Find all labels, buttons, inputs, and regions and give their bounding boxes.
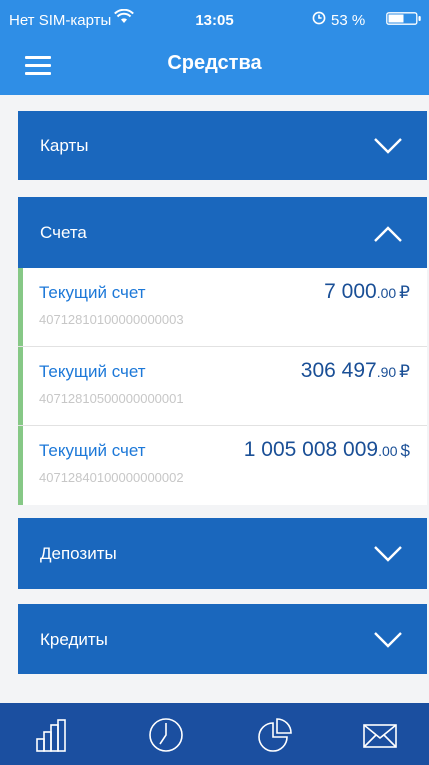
account-amount: 1 005 008 009.00 $ (244, 438, 410, 462)
account-amount: 7 000.00 ₽ (324, 280, 410, 304)
account-name: Текущий счет (39, 283, 146, 302)
account-row[interactable]: Текущий счет 40712810100000000003 7 000.… (18, 268, 427, 347)
account-row[interactable]: Текущий счет 40712840100000000002 1 005 … (18, 426, 427, 505)
section-deposits-label: Депозиты (40, 544, 117, 563)
accounts-list: Текущий счет 40712810100000000003 7 000.… (18, 268, 427, 505)
account-number: 40712810100000000003 (39, 312, 184, 327)
account-number: 40712810500000000001 (39, 391, 184, 406)
amount-whole: 1 005 008 009 (243, 438, 379, 461)
top-bar: Нет SIM-карты 13:05 53 % Средства (0, 0, 429, 95)
chevron-down-icon (374, 138, 402, 154)
clock-icon[interactable] (148, 717, 184, 753)
section-accounts-label: Счета (40, 223, 87, 242)
alarm-icon (312, 11, 326, 25)
section-credits-label: Кредиты (40, 630, 108, 649)
amount-whole: 306 497 (300, 359, 377, 382)
pie-chart-icon[interactable] (257, 717, 293, 753)
account-amount: 306 497.90 ₽ (301, 359, 410, 383)
chevron-down-icon (374, 546, 402, 562)
account-row[interactable]: Текущий счет 40712810500000000001 306 49… (18, 347, 427, 426)
currency-symbol: ₽ (399, 362, 410, 381)
amount-whole: 7 000 (324, 280, 377, 303)
section-accounts[interactable]: Счета (18, 197, 427, 268)
currency-symbol: $ (400, 441, 410, 460)
battery-icon (386, 12, 421, 25)
section-cards-label: Карты (40, 136, 89, 155)
currency-symbol: ₽ (399, 283, 410, 302)
account-name: Текущий счет (39, 362, 146, 381)
status-bar: Нет SIM-карты 13:05 53 % (0, 0, 429, 36)
navigation-bar: Средства (0, 36, 429, 95)
account-number: 40712840100000000002 (39, 470, 184, 485)
amount-fraction: .00 (376, 285, 397, 301)
chevron-up-icon (374, 226, 402, 242)
section-deposits[interactable]: Депозиты (18, 518, 427, 589)
envelope-icon[interactable] (362, 717, 398, 753)
tab-bar (0, 703, 429, 765)
chevron-down-icon (374, 632, 402, 648)
section-credits[interactable]: Кредиты (18, 604, 427, 674)
account-name: Текущий счет (39, 441, 146, 460)
amount-fraction: .90 (376, 364, 397, 380)
bar-chart-icon[interactable] (34, 717, 70, 753)
battery-percentage: 53 % (331, 12, 366, 29)
page-title: Средства (167, 52, 262, 74)
content-area: Карты Счета Текущий счет 407128101000000… (0, 95, 429, 703)
amount-fraction: .00 (378, 443, 398, 459)
section-cards[interactable]: Карты (18, 111, 427, 180)
